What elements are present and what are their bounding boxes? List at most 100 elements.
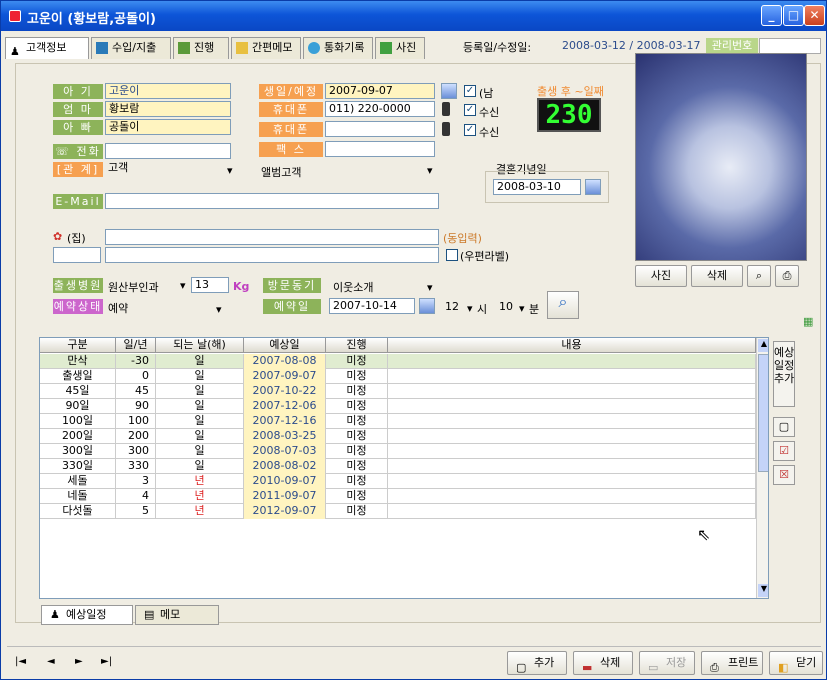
sms2-checkbox[interactable]: ✓ [464, 124, 476, 136]
tab-memo-bottom[interactable]: ▤ 메모 [135, 605, 219, 625]
visit-dropdown-icon[interactable]: ▾ [427, 281, 433, 294]
grid-settings-icon[interactable]: ▦ [803, 315, 813, 328]
anniversary-field[interactable]: 2008-03-10 [493, 179, 581, 195]
visit-reason-select[interactable]: 이웃소개 [333, 279, 373, 295]
hour-select[interactable]: 12 [445, 300, 459, 313]
table-row[interactable]: 만삭 -30 일 2007-08-08 미정 [40, 354, 756, 369]
sms1-checkbox[interactable]: ✓ [464, 104, 476, 116]
mobile1-field[interactable]: 011) 220-0000 [325, 101, 435, 117]
scroll-up-icon[interactable]: ▲ [758, 339, 768, 352]
mother-field[interactable]: 황보람 [105, 101, 231, 117]
birth-date-field[interactable]: 2007-09-07 [325, 83, 435, 99]
table-row[interactable]: 330일 330 일 2008-08-02 미정 [40, 459, 756, 474]
male-checkbox[interactable]: ✓ [464, 85, 476, 97]
person-icon: ♟ [10, 45, 20, 58]
col-header-days[interactable]: 일/년 [116, 338, 156, 353]
close-button[interactable]: ◧ 닫기 [769, 651, 823, 675]
minute-dropdown-icon[interactable]: ▾ [519, 302, 525, 315]
close-window-button[interactable]: ✕ [804, 5, 825, 26]
mgmt-number-input[interactable] [759, 38, 821, 54]
table-cell: 일 [156, 444, 244, 459]
title-bar[interactable]: 고운이 (황보람,공돌이) _ □ ✕ [1, 1, 826, 31]
group-dropdown-icon[interactable]: ▾ [427, 164, 433, 177]
col-header-date[interactable]: 예상일 [244, 338, 326, 353]
tab-progress[interactable]: 진행 [173, 37, 229, 59]
mobile2-field[interactable] [325, 121, 435, 137]
next-record-button[interactable]: ► [75, 656, 83, 667]
weight-field[interactable]: 13 [191, 277, 229, 293]
mobile1-icon[interactable] [442, 102, 450, 116]
table-row[interactable]: 세돌 3 년 2010-09-07 미정 [40, 474, 756, 489]
tab-photo[interactable]: 사진 [375, 37, 425, 59]
col-header-status[interactable]: 진행 [326, 338, 388, 353]
table-row[interactable]: 다섯돌 5 년 2012-09-07 미정 [40, 504, 756, 519]
address-field[interactable] [105, 229, 439, 245]
tab-customer-info[interactable]: ♟ 고객정보 [5, 37, 89, 59]
anniversary-calendar-icon[interactable] [585, 179, 601, 195]
check-row-icon[interactable]: ☑ [773, 441, 795, 461]
dong-input-link[interactable]: (동입력) [443, 230, 482, 246]
window-title: 고운이 (황보람,공돌이) [27, 12, 156, 27]
col-header-unit[interactable]: 되는 날(해) [156, 338, 244, 353]
reservation-calendar-icon[interactable] [419, 298, 435, 314]
tab-schedule[interactable]: ♟ 예상일정 [41, 605, 133, 625]
table-cell: 네돌 [40, 489, 116, 504]
hour-dropdown-icon[interactable]: ▾ [467, 302, 473, 315]
postal-label-checkbox[interactable] [446, 249, 458, 261]
fax-field[interactable] [325, 141, 435, 157]
scroll-thumb[interactable] [758, 354, 768, 472]
maximize-button[interactable]: □ [783, 5, 804, 26]
minimize-button[interactable]: _ [761, 5, 782, 26]
prev-record-button[interactable]: ◄ [47, 656, 55, 667]
delete-button[interactable]: ▬ 삭제 [573, 651, 633, 675]
table-row[interactable]: 300일 300 일 2008-07-03 미정 [40, 444, 756, 459]
print-button[interactable]: ⎙ 프린트 [701, 651, 763, 675]
photo-delete-button[interactable]: 삭제 [691, 265, 743, 287]
table-row[interactable]: 100일 100 일 2007-12-16 미정 [40, 414, 756, 429]
group-select[interactable]: 앨범고객 [261, 164, 301, 180]
hospital-select[interactable]: 원산부인과 [108, 279, 159, 295]
first-record-button[interactable]: |◄ [15, 656, 26, 667]
weight-dropdown-icon[interactable]: ▾ [180, 279, 186, 292]
remove-row-icon[interactable]: ☒ [773, 465, 795, 485]
home-phone-field[interactable] [105, 143, 231, 159]
schedule-tab-icon: ♟ [50, 608, 60, 621]
zip-field[interactable] [53, 247, 101, 263]
relation-select[interactable]: 고객 [105, 161, 231, 177]
reservation-state-select[interactable]: 예약 [108, 300, 128, 316]
tab-income[interactable]: 수입/지출 [91, 37, 171, 59]
relation-dropdown-icon[interactable]: ▾ [227, 164, 233, 177]
photo-add-button[interactable]: 사진 [635, 265, 687, 287]
address-label: (집) [67, 232, 86, 245]
table-row[interactable]: 200일 200 일 2008-03-25 미정 [40, 429, 756, 444]
address2-field[interactable] [105, 247, 439, 263]
father-field[interactable]: 공돌이 [105, 119, 231, 135]
table-row[interactable]: 네돌 4 년 2011-09-07 미정 [40, 489, 756, 504]
table-cell: 330일 [40, 459, 116, 474]
print-photo-icon[interactable]: ⎙ [775, 265, 799, 287]
new-row-icon[interactable]: ▢ [773, 417, 795, 437]
save-button[interactable]: ▭ 저장 [639, 651, 695, 675]
col-header-content[interactable]: 내용 [388, 338, 756, 353]
email-field[interactable] [105, 193, 439, 209]
col-header-type[interactable]: 구분 [40, 338, 116, 353]
search-icon[interactable]: ⌕ [547, 291, 579, 319]
add-schedule-button[interactable]: 예상 일정 추가 [773, 341, 795, 407]
reservation-dropdown-icon[interactable]: ▾ [216, 303, 222, 316]
baby-field[interactable]: 고운이 [105, 83, 231, 99]
grid-scrollbar[interactable]: ▲ ▼ [756, 338, 768, 598]
mobile2-icon[interactable] [442, 122, 450, 136]
table-row[interactable]: 45일 45 일 2007-10-22 미정 [40, 384, 756, 399]
zoom-icon[interactable]: ⌕ [747, 265, 771, 287]
birth-calendar-icon[interactable] [441, 83, 457, 99]
table-row[interactable]: 90일 90 일 2007-12-06 미정 [40, 399, 756, 414]
scroll-down-icon[interactable]: ▼ [758, 584, 768, 597]
reservation-date-field[interactable]: 2007-10-14 [329, 298, 415, 314]
tab-memo[interactable]: 간편메모 [231, 37, 301, 59]
tab-call-log[interactable]: 통화기록 [303, 37, 373, 59]
last-record-button[interactable]: ►| [101, 656, 112, 667]
table-row[interactable]: 출생일 0 일 2007-09-07 미정 [40, 369, 756, 384]
add-button[interactable]: ▢ 추가 [507, 651, 567, 675]
app-icon [9, 10, 21, 22]
minute-select[interactable]: 10 [499, 300, 513, 313]
